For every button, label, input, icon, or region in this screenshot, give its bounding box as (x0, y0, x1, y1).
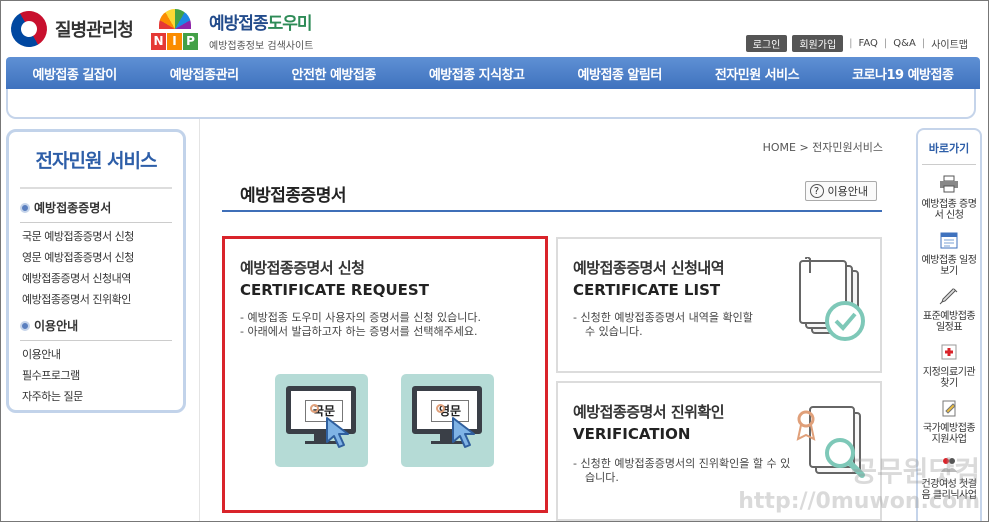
gnb-notice[interactable]: 예방접종 알림터 (578, 64, 663, 83)
syringe-icon (939, 288, 958, 305)
card-description: - 예방접종 도우미 사용자의 증명서를 신청 있습니다. - 아래에서 발급하… (240, 311, 540, 339)
left-menu-item[interactable]: 국문 예방접종증명서 신청 (20, 228, 172, 244)
title-divider (222, 210, 882, 212)
quick-schedule[interactable]: 예방접종 일정보기 (918, 231, 980, 277)
taeguk-icon (4, 4, 54, 54)
left-menu: 전자민원 서비스 예방접종증명서 국문 예방접종증명서 신청 영문 예방접종증명… (6, 129, 186, 413)
section-label: 이용안내 (34, 319, 79, 333)
left-menu-item[interactable]: 예방접종증명서 신청내역 (20, 270, 172, 286)
cursor-icon (326, 417, 349, 448)
sub-navigation-bar (6, 89, 976, 119)
card-title: 예방접종증명서 신청내역 (573, 259, 725, 277)
gnb-e-service[interactable]: 전자민원 서비스 (715, 64, 800, 83)
medal-icon (310, 404, 319, 413)
nip-letter-p: P (183, 33, 198, 50)
header: 질병관리청 N I P 예방접종도우미 예방접종정보 검색사이트 로그인 회원가… (1, 1, 988, 57)
printer-icon (940, 175, 958, 193)
card-subtitle: CERTIFICATE LIST (573, 281, 721, 299)
sitemap-link[interactable]: 사이트맵 (931, 36, 968, 51)
quick-label: 표준예방접종 일정표 (922, 311, 976, 333)
bullet-icon (20, 202, 30, 213)
browser-frame: 질병관리청 N I P 예방접종도우미 예방접종정보 검색사이트 로그인 회원가… (0, 0, 989, 522)
separator: | (921, 38, 926, 49)
certificate-list-card[interactable]: 예방접종증명서 신청내역 CERTIFICATE LIST - 신청한 예방접종… (556, 237, 882, 373)
breadcrumb-home[interactable]: HOME (763, 141, 796, 154)
desc-line: - 아래에서 발급하고자 하는 증명서를 선택해주세요. (240, 325, 478, 338)
english-certificate-button[interactable]: 영문 (401, 374, 494, 467)
breadcrumb: HOME > 전자민원서비스 (763, 139, 883, 155)
left-menu-item[interactable]: 영문 예방접종증명서 신청 (20, 249, 172, 265)
nip-title: 예방접종도우미 예방접종정보 검색사이트 (209, 9, 313, 52)
main-navigation: 예방접종 길잡이 예방접종관리 안전한 예방접종 예방접종 지식창고 예방접종 … (6, 57, 980, 89)
usage-guide-button[interactable]: ? 이용안내 (804, 181, 877, 201)
quick-label: 국가예방접종 지원사업 (922, 423, 976, 445)
nip-title-b: 도우미 (267, 13, 313, 34)
desc-line: - 신청한 예방접종증명서 내역을 확인할 수 있습니다. (573, 311, 753, 338)
gnb-guide[interactable]: 예방접종 길잡이 (33, 64, 118, 83)
watermark-line2: http://0muwon.com (738, 489, 980, 514)
nip-subtitle: 예방접종정보 검색사이트 (209, 40, 314, 52)
gnb-safety[interactable]: 안전한 예방접종 (292, 64, 377, 83)
watermark: 공무원닷컴 http://0muwon.com (738, 457, 980, 517)
quick-certificate-request[interactable]: 예방접종 증명서 신청 (918, 175, 980, 221)
question-icon: ? (809, 184, 824, 198)
separator: | (883, 38, 888, 49)
utility-links: 로그인 회원가입 | FAQ | Q&A | 사이트맵 (741, 35, 968, 52)
left-menu-section-certificate[interactable]: 예방접종증명서 (20, 199, 172, 223)
quick-label: 예방접종 증명서 신청 (921, 199, 977, 221)
quick-label: 지정의료기관 찾기 (922, 367, 976, 389)
medal-icon (436, 404, 445, 413)
cursor-icon (452, 417, 475, 448)
nip-title-a: 예방접종 (209, 13, 269, 34)
kdca-name: 질병관리청 (55, 20, 134, 41)
left-menu-item[interactable]: 이용안내 (20, 346, 172, 362)
gnb-knowledge[interactable]: 예방접종 지식창고 (429, 64, 525, 83)
watermark-line1: 공무원닷컴 (851, 455, 980, 488)
hospital-icon (941, 344, 957, 360)
nip-logo[interactable]: N I P 예방접종도우미 예방접종정보 검색사이트 (147, 7, 313, 53)
quick-find-clinic[interactable]: 지정의료기관 찾기 (918, 343, 980, 389)
left-menu-item[interactable]: 예방접종증명서 진위확인 (20, 291, 172, 307)
kdca-logo[interactable]: 질병관리청 (4, 4, 134, 54)
quick-label: 예방접종 일정보기 (921, 255, 977, 277)
card-title: 예방접종증명서 진위확인 (573, 403, 725, 421)
korean-certificate-button[interactable]: 국문 (275, 374, 368, 467)
qna-link[interactable]: Q&A (893, 38, 916, 49)
card-subtitle: CERTIFICATE REQUEST (240, 281, 429, 299)
quick-standard-schedule[interactable]: 표준예방접종 일정표 (918, 287, 980, 333)
usage-guide-label: 이용안내 (827, 185, 868, 198)
breadcrumb-current: 전자민원서비스 (812, 141, 883, 154)
quick-menu-title: 바로가기 (922, 140, 976, 165)
rainbow-sun-icon (159, 9, 191, 29)
bullet-icon (20, 320, 30, 331)
calendar-icon (940, 232, 958, 249)
card-subtitle: VERIFICATION (573, 425, 691, 443)
breadcrumb-sep: > (799, 141, 809, 154)
pencil-document-icon (942, 400, 956, 417)
quick-national-support[interactable]: 국가예방접종 지원사업 (918, 399, 980, 445)
card-description: - 신청한 예방접종증명서 내역을 확인할 수 있습니다. (573, 311, 763, 339)
section-label: 예방접종증명서 (34, 201, 112, 215)
card-title: 예방접종증명서 신청 (240, 259, 365, 277)
document-check-icon (799, 257, 865, 341)
page-title: 예방접종증명서 (240, 186, 346, 206)
faq-link[interactable]: FAQ (859, 38, 878, 49)
left-menu-item[interactable]: 필수프로그램 (20, 367, 172, 383)
desc-line: - 예방접종 도우미 사용자의 증명서를 신청 있습니다. (240, 311, 481, 324)
nip-letter-i: I (167, 33, 182, 50)
join-button[interactable]: 회원가입 (792, 35, 844, 52)
nip-letters: N I P (151, 33, 198, 50)
login-button[interactable]: 로그인 (745, 35, 788, 52)
gnb-management[interactable]: 예방접종관리 (170, 64, 239, 83)
gnb-covid19[interactable]: 코로나19 예방접종 (852, 64, 954, 83)
separator: | (849, 38, 853, 49)
left-menu-item[interactable]: 자주하는 질문 (20, 388, 172, 404)
nip-letter-n: N (151, 33, 166, 50)
nip-mark-icon: N I P (147, 7, 203, 53)
left-menu-section-guide[interactable]: 이용안내 (20, 317, 172, 341)
certificate-request-card: 예방접종증명서 신청 CERTIFICATE REQUEST - 예방접종 도우… (222, 236, 548, 513)
left-menu-title: 전자민원 서비스 (20, 146, 172, 189)
nip-title-main: 예방접종도우미 (209, 9, 313, 34)
